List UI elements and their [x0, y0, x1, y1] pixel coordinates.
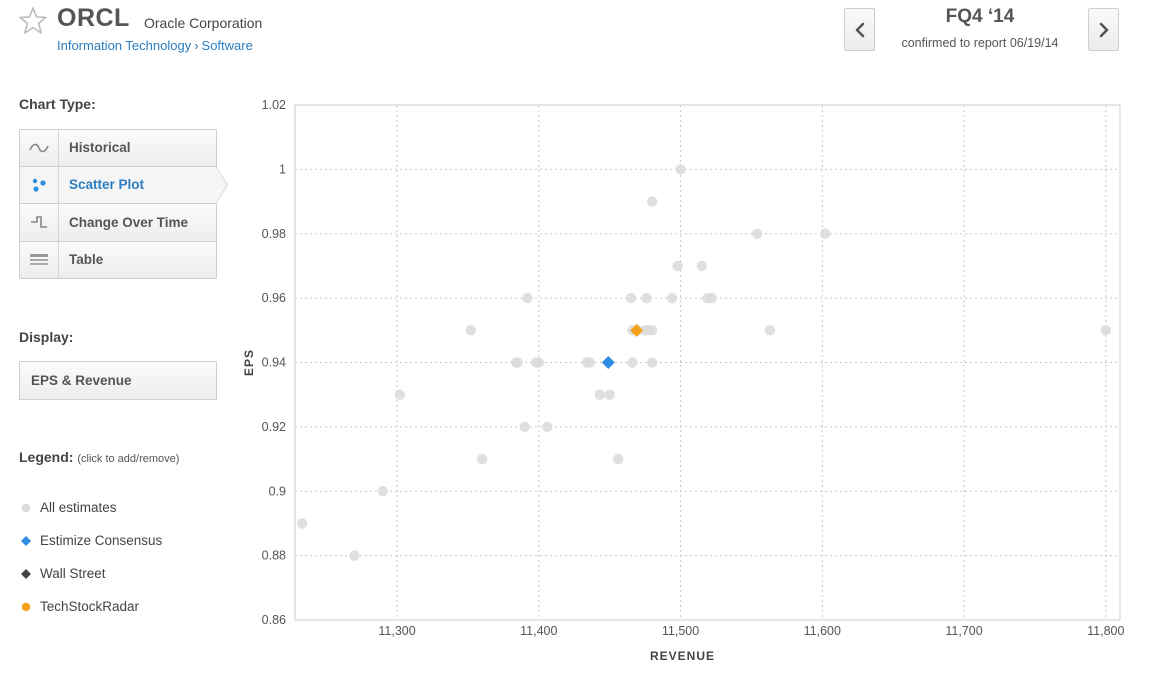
- data-point: [584, 357, 596, 368]
- circle-marker-icon: [19, 501, 33, 515]
- legend-label-all-estimates: All estimates: [40, 500, 117, 515]
- chart-type-change-over-time[interactable]: Change Over Time: [19, 204, 217, 242]
- data-point: [666, 292, 678, 304]
- data-point: [819, 228, 831, 239]
- display-select[interactable]: EPS & Revenue: [19, 361, 217, 400]
- quarter-title: FQ4 ‘14: [945, 6, 1015, 27]
- y-axis-title: EPS: [242, 349, 256, 376]
- y-tick-label: 0.86: [262, 613, 286, 627]
- data-point: [647, 325, 658, 336]
- x-tick-label: 11,400: [520, 624, 557, 638]
- breadcrumb-separator: ›: [194, 38, 199, 53]
- y-tick-label: 0.94: [262, 356, 286, 370]
- legend-label-estimize-consensus: Estimize Consensus: [40, 533, 163, 548]
- legend-label: Legend:: [19, 449, 74, 465]
- data-point: [594, 389, 605, 400]
- diamond-marker-icon: [19, 534, 33, 548]
- data-point: [519, 421, 530, 433]
- data-point: [542, 421, 553, 433]
- x-tick-label: 11,600: [804, 624, 841, 638]
- data-point: [349, 550, 360, 561]
- data-point: [641, 292, 652, 304]
- diamond-marker-icon: [19, 567, 33, 581]
- chart-type-label-scatter: Scatter Plot: [69, 177, 145, 193]
- y-tick-label: 0.92: [262, 420, 286, 434]
- chevron-left-icon: [855, 22, 864, 37]
- data-point: [612, 453, 624, 465]
- legend-hint: (click to add/remove): [77, 453, 180, 465]
- chevron-right-icon: [1099, 22, 1108, 37]
- x-axis-title: REVENUE: [650, 649, 715, 663]
- display-label: Display:: [19, 329, 74, 345]
- step-icon: [20, 204, 59, 241]
- circle-marker-icon: [19, 600, 33, 614]
- ticker-symbol: ORCL: [57, 4, 130, 32]
- company-name: Oracle Corporation: [144, 15, 263, 31]
- y-tick-label: 0.96: [262, 291, 286, 305]
- chart-type-label-historical: Historical: [69, 140, 131, 156]
- chart-type-label: Chart Type:: [19, 96, 96, 112]
- y-tick-label: 0.9: [269, 484, 286, 498]
- chart-type-scatter-plot[interactable]: Scatter Plot: [19, 165, 228, 204]
- chart-type-table[interactable]: Table: [19, 241, 217, 279]
- legend-item-wall-street[interactable]: Wall Street: [19, 557, 162, 590]
- chart-type-label-change: Change Over Time: [69, 214, 189, 230]
- legend-item-techstockradar[interactable]: TechStockRadar: [19, 590, 162, 623]
- chart-type-label-table: Table: [69, 252, 104, 268]
- previous-quarter-button[interactable]: [844, 8, 875, 51]
- data-point: [394, 389, 406, 400]
- y-tick-label: 0.98: [262, 227, 286, 241]
- data-point: [675, 164, 686, 175]
- data-point: [296, 518, 308, 529]
- data-point: [604, 389, 615, 400]
- star-icon[interactable]: [18, 6, 48, 36]
- data-point: [625, 292, 637, 304]
- y-tick-label: 0.88: [262, 549, 286, 563]
- scatter-chart: 11,300 11,400 11,500 11,600 11,700 11,800 0.86…: [230, 95, 1145, 670]
- data-point: [764, 325, 776, 336]
- legend-heading: Legend: (click to add/remove): [19, 449, 179, 465]
- scatter-icon: [20, 166, 59, 203]
- x-tick-label: 11,800: [1087, 624, 1124, 638]
- data-point: [647, 196, 658, 207]
- chart-type-historical[interactable]: Historical: [19, 129, 217, 167]
- wave-icon: [20, 130, 59, 166]
- data-point: [751, 228, 763, 239]
- data-point: [647, 357, 658, 368]
- chart-type-list: Historical Scatter Plot Change Over Time…: [19, 129, 228, 279]
- data-point: [1100, 325, 1112, 336]
- table-icon: [20, 241, 59, 278]
- breadcrumb-industry-link[interactable]: Software: [202, 38, 253, 53]
- legend-item-estimize-consensus[interactable]: Estimize Consensus: [19, 524, 162, 557]
- breadcrumb-sector-link[interactable]: Information Technology: [57, 38, 191, 53]
- data-point: [706, 292, 717, 304]
- y-tick-label: 1.02: [262, 98, 286, 112]
- legend-label-wall-street: Wall Street: [40, 566, 106, 581]
- breadcrumb: Information Technology › Software: [57, 38, 253, 53]
- data-point: [696, 260, 708, 272]
- y-tick-label: 1: [279, 162, 286, 176]
- data-point: [522, 292, 533, 304]
- legend-label-techstockradar: TechStockRadar: [40, 599, 140, 614]
- data-point: [512, 357, 523, 368]
- scatter-chart-svg: 11,300 11,400 11,500 11,600 11,700 11,800 0.86…: [242, 98, 1125, 663]
- data-point: [533, 357, 545, 368]
- data-point: [476, 453, 488, 465]
- data-point-diamond: [601, 356, 615, 369]
- data-point: [627, 357, 638, 368]
- report-date-text: confirmed to report 06/19/14: [901, 36, 1059, 50]
- data-point: [672, 260, 683, 272]
- data-point: [465, 325, 476, 336]
- data-point: [377, 486, 389, 497]
- legend: All estimates Estimize Consensus Wall St…: [19, 491, 162, 623]
- legend-item-all-estimates[interactable]: All estimates: [19, 491, 162, 524]
- x-tick-label: 11,700: [945, 624, 982, 638]
- x-tick-label: 11,300: [378, 624, 415, 638]
- x-tick-label: 11,500: [662, 624, 699, 638]
- next-quarter-button[interactable]: [1088, 8, 1119, 51]
